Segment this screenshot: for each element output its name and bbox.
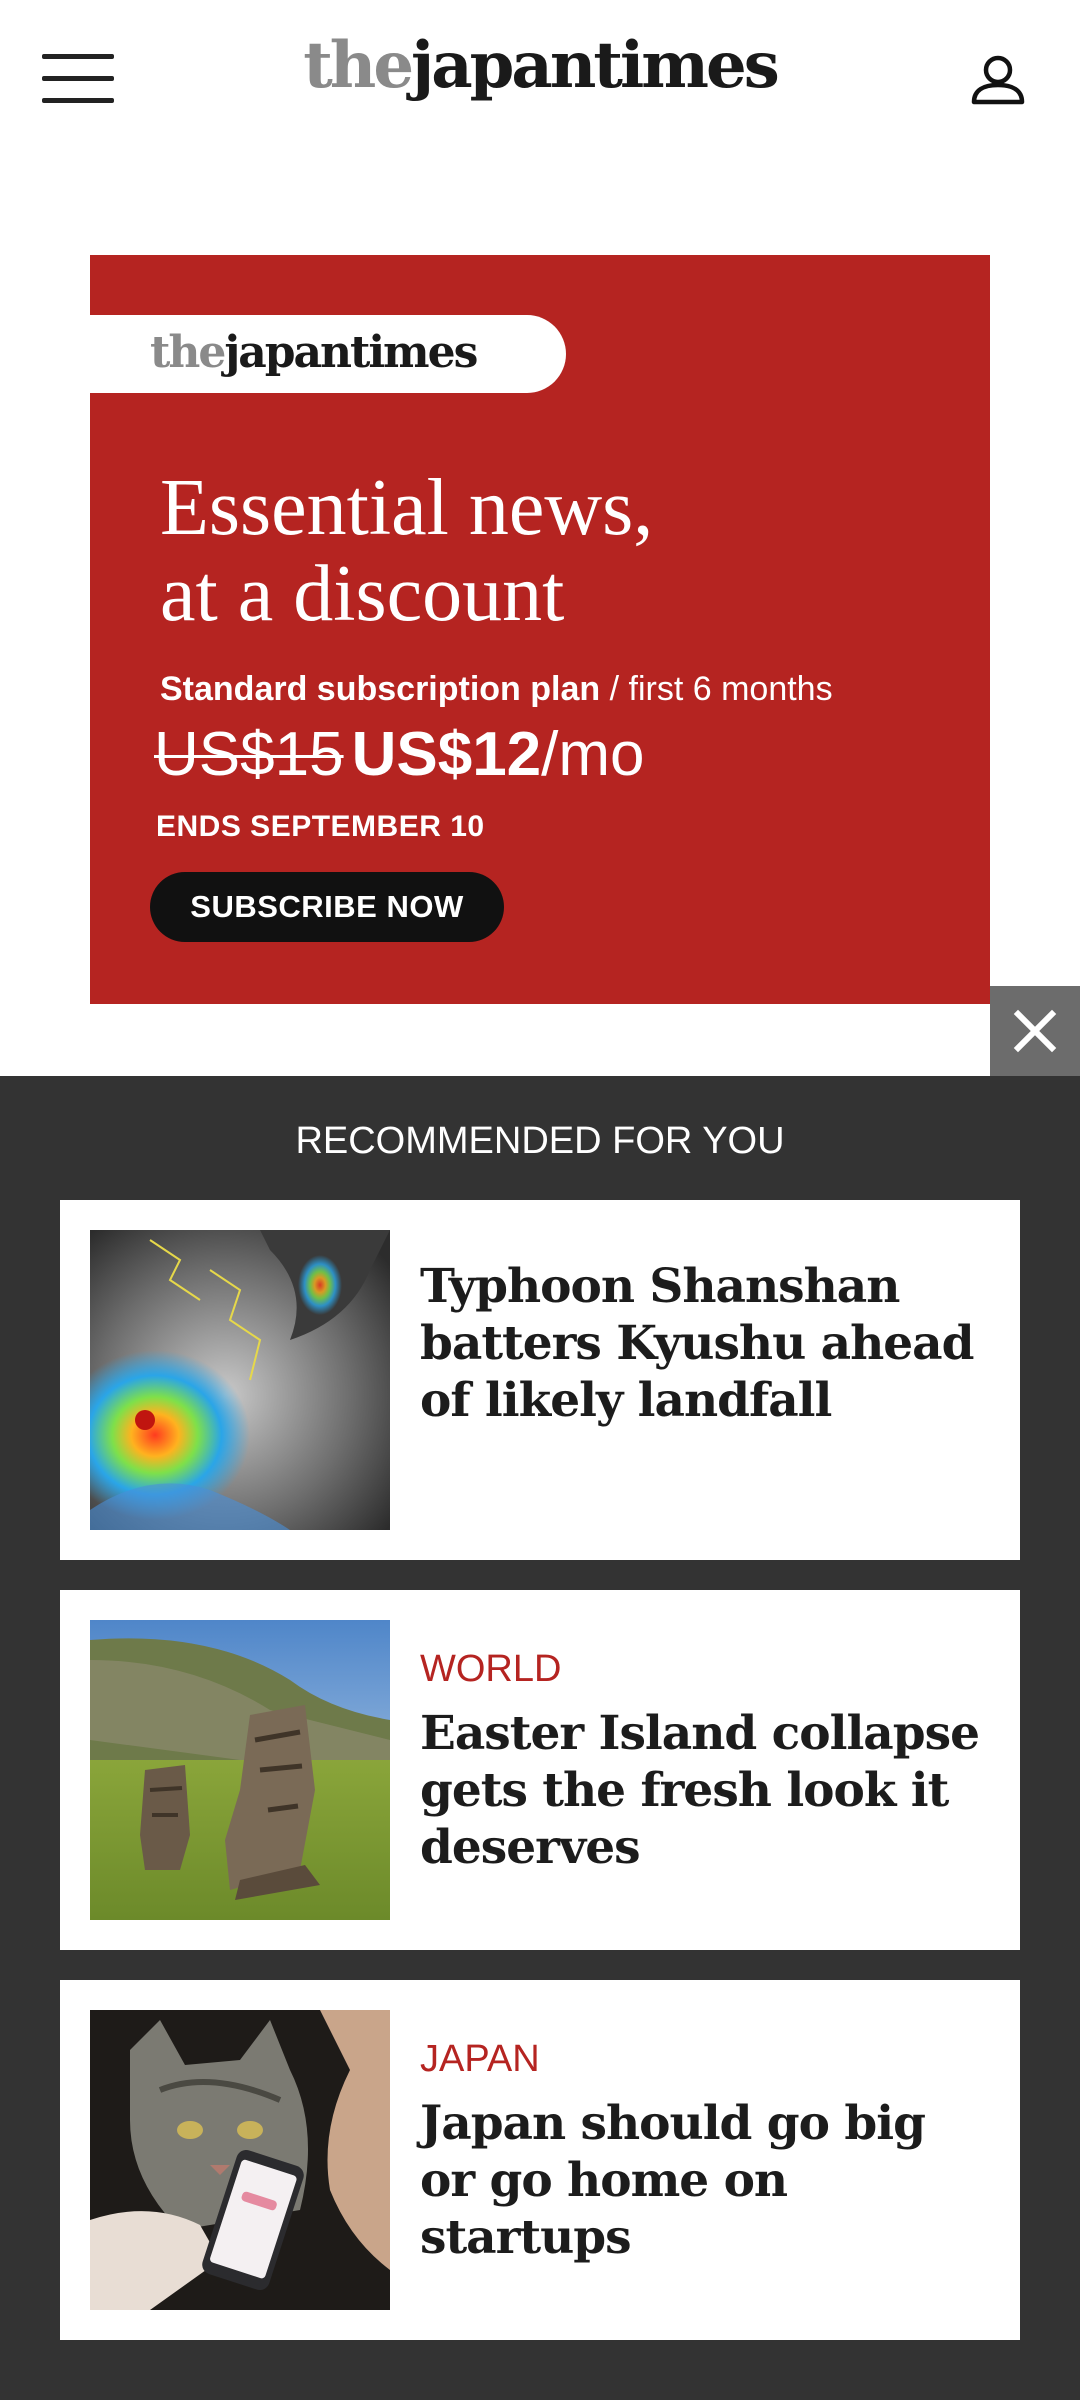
card-headline[interactable]: Japan should go big or go home on startu… bbox=[420, 2095, 990, 2266]
typhoon-satellite-image bbox=[90, 1230, 390, 1530]
ad-logo: thejapantimes bbox=[150, 323, 478, 383]
card-headline[interactable]: Typhoon Shanshan batters Kyushu ahead of… bbox=[420, 1258, 990, 1429]
card-category[interactable]: JAPAN bbox=[420, 2038, 990, 2081]
ad-plan-duration: / first 6 months bbox=[600, 670, 833, 708]
logo-the: the bbox=[303, 28, 414, 103]
cat-smartphone-image bbox=[90, 2010, 390, 2310]
ad-plan-name: Standard subscription plan bbox=[160, 670, 601, 708]
account-button[interactable] bbox=[966, 48, 1030, 112]
recommended-card[interactable]: Typhoon Shanshan batters Kyushu ahead of… bbox=[60, 1200, 1020, 1560]
ad-logo-japan: japan bbox=[224, 327, 352, 378]
ad-logo-the: the bbox=[150, 327, 226, 378]
site-header: thejapantimes bbox=[0, 0, 1080, 150]
recommended-panel: RECOMMENDED FOR YOU Typhoon Shanshan bat… bbox=[0, 1076, 1080, 2400]
ad-price-new: US$12 bbox=[351, 720, 542, 789]
card-text: JAPAN Japan should go big or go home on … bbox=[420, 2038, 990, 2266]
ad-logo-pill: thejapantimes bbox=[90, 315, 566, 393]
logo-japan: japan bbox=[411, 28, 596, 103]
ad-headline-line1: Essential news, bbox=[160, 464, 654, 552]
ad-price-unit: /mo bbox=[541, 720, 645, 789]
recommended-card[interactable]: JAPAN Japan should go big or go home on … bbox=[60, 1980, 1020, 2340]
close-recommendations-button[interactable] bbox=[990, 986, 1080, 1076]
logo-times: times bbox=[593, 28, 779, 103]
site-logo[interactable]: thejapantimes bbox=[0, 26, 1080, 106]
recommended-title: RECOMMENDED FOR YOU bbox=[295, 1120, 785, 1162]
subscription-ad[interactable]: thejapantimes Essential news, at a disco… bbox=[90, 255, 990, 1004]
ad-price: US$15 US$12/mo bbox=[154, 715, 645, 795]
recommended-card[interactable]: WORLD Easter Island collapse gets the fr… bbox=[60, 1590, 1020, 1950]
ad-plan-text: Standard subscription plan / first 6 mon… bbox=[160, 670, 833, 709]
moai-statues-image bbox=[90, 1620, 390, 1920]
ad-headline: Essential news, at a discount bbox=[160, 465, 960, 637]
ad-logo-times: times bbox=[350, 327, 478, 378]
close-icon bbox=[1013, 1009, 1057, 1053]
ad-headline-line2: at a discount bbox=[160, 550, 565, 638]
card-category[interactable]: WORLD bbox=[420, 1648, 990, 1691]
subscribe-now-button[interactable]: SUBSCRIBE NOW bbox=[150, 872, 504, 942]
card-headline[interactable]: Easter Island collapse gets the fresh lo… bbox=[420, 1705, 990, 1876]
card-text: Typhoon Shanshan batters Kyushu ahead of… bbox=[420, 1258, 990, 1429]
user-icon bbox=[971, 55, 1025, 105]
card-text: WORLD Easter Island collapse gets the fr… bbox=[420, 1648, 990, 1876]
ad-ends-date: ENDS SEPTEMBER 10 bbox=[156, 810, 485, 843]
ad-price-old: US$15 bbox=[154, 720, 344, 789]
